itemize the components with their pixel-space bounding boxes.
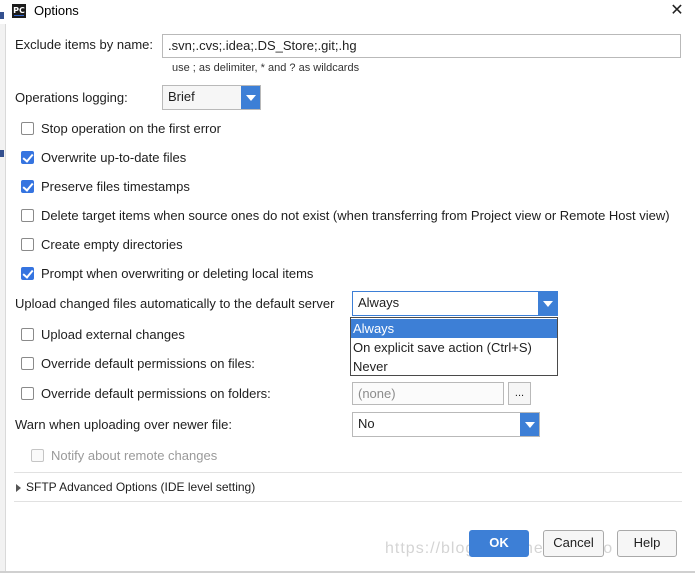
sftp-advanced-toggle[interactable]: SFTP Advanced Options (IDE level setting… [26, 480, 255, 494]
upload-auto-label: Upload changed files automatically to th… [15, 296, 335, 311]
exclude-input[interactable]: .svn;.cvs;.idea;.DS_Store;.git;.hg [162, 34, 681, 58]
app-icon: PC [12, 4, 26, 18]
logging-select[interactable]: Brief [162, 85, 261, 110]
title-bar: PC Options ✕ [0, 0, 695, 24]
checkbox-label: Overwrite up-to-date files [41, 150, 187, 165]
warn-newer-label: Warn when uploading over newer file: [15, 417, 233, 432]
browse-button[interactable]: ... [508, 382, 531, 405]
checkbox-preserve-timestamps[interactable] [21, 180, 34, 193]
dropdown-option-always[interactable]: Always [351, 319, 557, 338]
dropdown-option-never[interactable]: Never [351, 357, 557, 376]
checkbox-override-files[interactable] [21, 357, 34, 370]
frame-decoration [0, 150, 4, 157]
window-frame [0, 24, 6, 573]
checkbox-prompt-overwrite[interactable] [21, 267, 34, 280]
checkbox-label: Override default permissions on files: [41, 356, 255, 371]
checkbox-delete-target[interactable] [21, 209, 34, 222]
help-button[interactable]: Help [617, 530, 677, 557]
checkbox-label: Preserve files timestamps [41, 179, 190, 194]
checkbox-label: Stop operation on the first error [41, 121, 221, 136]
upload-auto-dropdown: Always On explicit save action (Ctrl+S) … [350, 317, 558, 376]
warn-newer-value: No [358, 416, 375, 431]
folder-permissions-input[interactable]: (none) [352, 382, 504, 405]
chevron-down-icon[interactable] [241, 86, 260, 109]
checkbox-label: Upload external changes [41, 327, 185, 342]
upload-auto-value: Always [358, 295, 400, 310]
checkbox-stop-on-error[interactable] [21, 122, 34, 135]
frame-decoration [0, 12, 4, 19]
expand-arrow-icon[interactable] [16, 484, 21, 492]
checkbox-label: Delete target items when source ones do … [41, 208, 670, 223]
logging-value: Brief [168, 89, 195, 104]
logging-label: Operations logging: [15, 90, 128, 105]
checkbox-notify-remote[interactable] [31, 449, 44, 462]
chevron-down-icon[interactable] [520, 413, 539, 436]
checkbox-label: Prompt when overwriting or deleting loca… [41, 266, 314, 281]
checkbox-override-folders[interactable] [21, 387, 34, 400]
window-title: Options [34, 3, 79, 18]
checkbox-label: Notify about remote changes [51, 448, 218, 463]
separator [14, 501, 682, 502]
cancel-button[interactable]: Cancel [543, 530, 604, 557]
upload-auto-select[interactable]: Always [352, 291, 558, 316]
checkbox-create-empty-dirs[interactable] [21, 238, 34, 251]
chevron-down-icon[interactable] [538, 292, 557, 315]
checkbox-label: Create empty directories [41, 237, 183, 252]
checkbox-overwrite-up-to-date[interactable] [21, 151, 34, 164]
separator [14, 472, 682, 473]
dropdown-option-explicit-save[interactable]: On explicit save action (Ctrl+S) [351, 338, 557, 357]
warn-newer-select[interactable]: No [352, 412, 540, 437]
exclude-label: Exclude items by name: [15, 37, 154, 52]
ok-button[interactable]: OK [469, 530, 529, 557]
exclude-hint: use ; as delimiter, * and ? as wildcards [172, 62, 360, 74]
checkbox-upload-external[interactable] [21, 328, 34, 341]
close-icon[interactable]: ✕ [668, 1, 686, 21]
checkbox-label: Override default permissions on folders: [41, 386, 271, 401]
